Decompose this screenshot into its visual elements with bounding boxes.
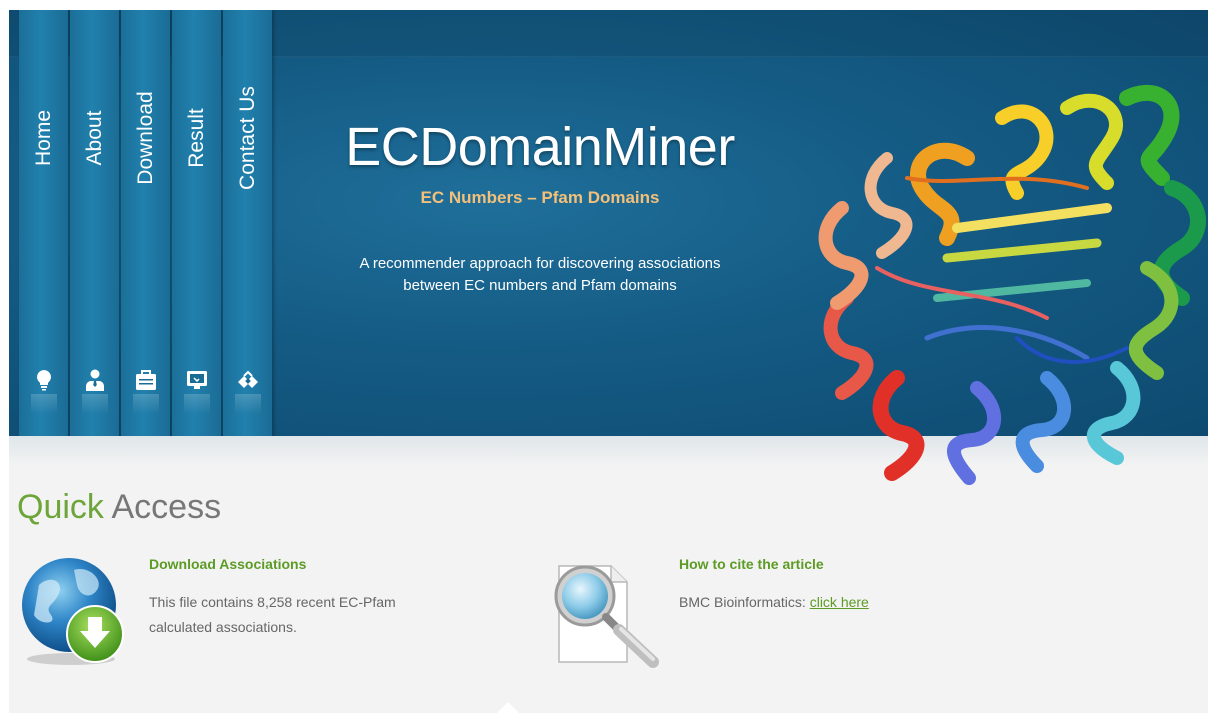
briefcase-icon	[134, 368, 158, 392]
download-associations-text-line-2: calculated associations.	[149, 619, 297, 635]
cite-article-text-label: BMC Bioinformatics:	[679, 594, 810, 610]
download-associations-text: This file contains 8,258 recent EC-Pfam …	[149, 590, 396, 640]
nav-tab-download[interactable]: Download	[121, 10, 170, 436]
download-associations-heading[interactable]: Download Associations	[149, 556, 306, 572]
site-subtitle: EC Numbers – Pfam Domains	[420, 188, 660, 207]
nav-tab-result-label: Result	[184, 108, 208, 168]
monitor-icon	[185, 368, 209, 392]
bottom-notch	[496, 702, 520, 713]
download-associations-text-line-1: This file contains 8,258 recent EC-Pfam	[149, 594, 396, 610]
protein-structure-icon	[818, 85, 1206, 485]
icon-reflection	[31, 394, 57, 414]
cite-article-link[interactable]: click here	[810, 594, 869, 610]
nav-tab-about-label: About	[82, 110, 106, 166]
user-icon	[83, 368, 107, 392]
lightbulb-icon	[32, 368, 56, 392]
site-title: ECDomainMiner	[345, 117, 735, 177]
handshake-icon	[236, 368, 260, 392]
icon-reflection	[184, 394, 210, 414]
globe-download-icon[interactable]	[19, 555, 131, 667]
quick-access-title-accent: Quick	[17, 488, 104, 526]
cite-article-text: BMC Bioinformatics: click here	[679, 590, 869, 615]
site-description: A recommender approach for discovering a…	[309, 253, 771, 297]
quick-access-title: Quick Access	[17, 488, 221, 527]
nav-tab-home-label: Home	[31, 109, 55, 167]
icon-reflection	[235, 394, 261, 414]
page: Home About Download Result Contact Us EC…	[9, 10, 1208, 713]
quick-access-title-rest: Access	[111, 488, 222, 526]
nav-tab-result[interactable]: Result	[172, 10, 221, 436]
icon-reflection	[133, 394, 159, 414]
nav-tab-about[interactable]: About	[70, 10, 119, 436]
nav-tab-contact-us[interactable]: Contact Us	[223, 10, 272, 436]
icon-reflection	[82, 394, 108, 414]
search-document-icon[interactable]	[545, 558, 667, 673]
site-description-line-2: between EC numbers and Pfam domains	[403, 277, 677, 294]
site-description-line-1: A recommender approach for discovering a…	[359, 255, 721, 272]
cite-article-heading: How to cite the article	[679, 556, 824, 572]
nav-tab-home[interactable]: Home	[19, 10, 68, 436]
nav-tab-contact-us-label: Contact Us	[235, 86, 259, 190]
nav-tab-download-label: Download	[133, 91, 157, 185]
